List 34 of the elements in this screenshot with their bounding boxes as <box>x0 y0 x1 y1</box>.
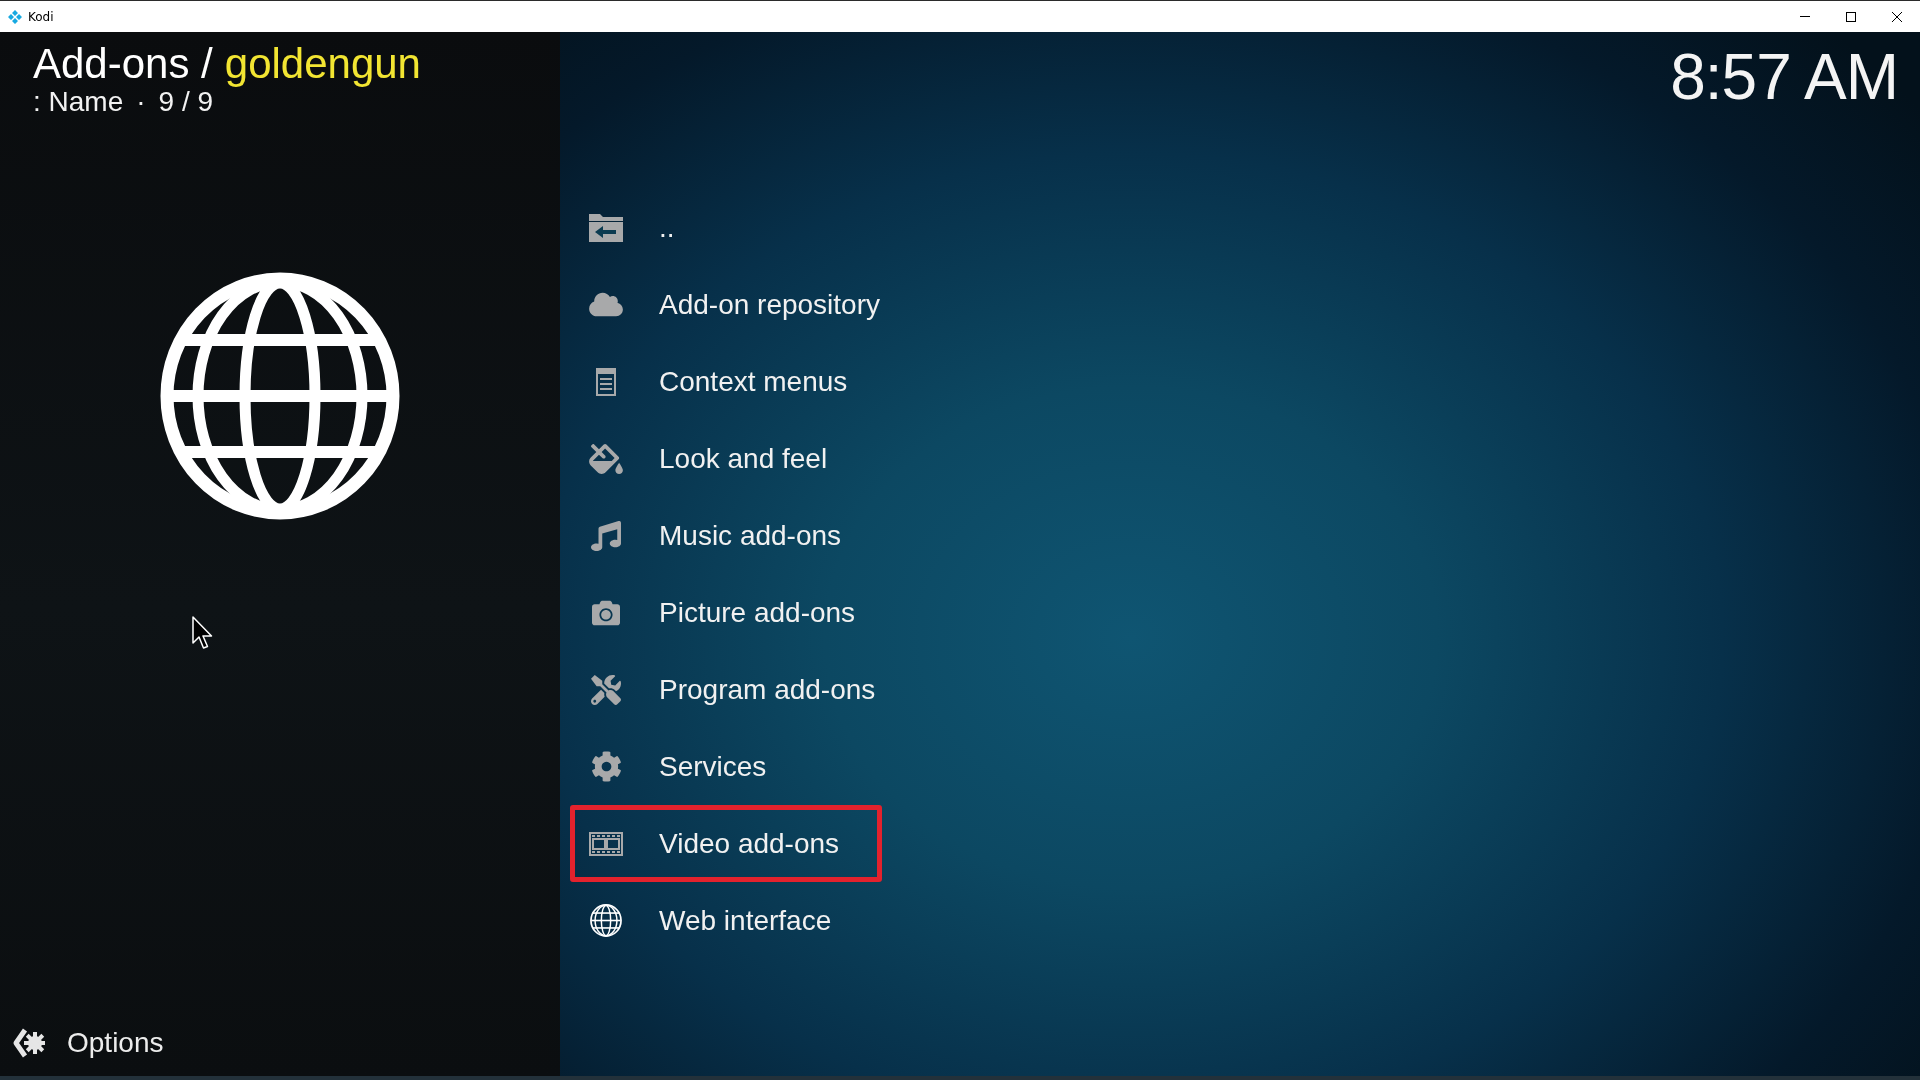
list-item[interactable]: Music add-ons <box>570 497 885 574</box>
list-item[interactable]: Services <box>570 728 810 805</box>
close-icon <box>1892 11 1902 22</box>
folder-arrow-icon <box>588 212 624 243</box>
chevron-gear-icon <box>12 1027 45 1059</box>
gear-icon <box>590 751 622 782</box>
camera-icon <box>590 598 622 627</box>
document-list-icon <box>596 367 616 396</box>
paint-bucket-icon <box>589 443 623 474</box>
film-strip-icon <box>589 831 623 856</box>
list-item[interactable]: .. <box>570 189 718 266</box>
breadcrumb-current: goldengun <box>224 41 421 88</box>
app-logo-icon <box>8 9 22 24</box>
tools-icon <box>591 674 621 705</box>
list-item[interactable]: Context menus <box>570 343 891 420</box>
clock: 8:57 AM <box>1670 45 1898 109</box>
breadcrumb-section: Add-ons / <box>33 41 213 88</box>
mouse-pointer-icon <box>192 616 214 650</box>
list-item[interactable]: Video add-ons <box>570 805 883 882</box>
cloud-icon <box>589 291 623 318</box>
list-item[interactable]: Look and feel <box>570 420 871 497</box>
window-title: Kodi <box>28 9 55 24</box>
minimize-icon <box>1800 16 1810 17</box>
list-item[interactable]: Add-on repository <box>570 266 923 343</box>
sort-label: : Name <box>33 87 124 118</box>
maximize-icon <box>1846 11 1856 22</box>
options-button[interactable]: Options <box>12 1027 164 1059</box>
item-count: 9 / 9 <box>158 87 214 118</box>
separator-dot: · <box>136 87 146 118</box>
music-note-icon <box>591 520 621 551</box>
list-item[interactable]: Picture add-ons <box>570 574 899 651</box>
globe-icon <box>590 904 622 937</box>
list-item[interactable]: Web interface <box>570 882 875 959</box>
list-item[interactable]: Program add-ons <box>570 651 919 728</box>
